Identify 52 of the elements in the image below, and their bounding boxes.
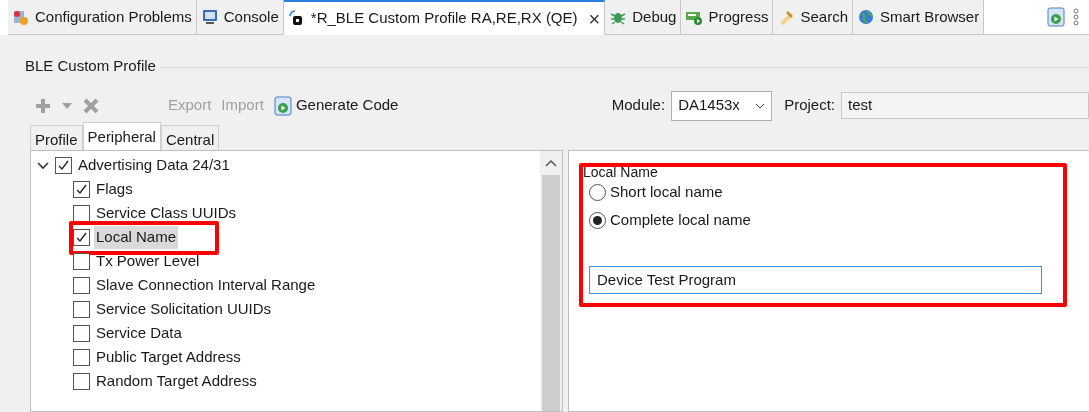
generate-code-button[interactable]: Generate Code — [273, 94, 399, 117]
checkbox[interactable] — [73, 277, 90, 294]
group-title: Local Name — [583, 164, 659, 179]
group-title: BLE Custom Profile — [24, 56, 157, 76]
checkbox[interactable] — [73, 253, 90, 270]
editor-tab[interactable]: *R_BLE Custom Profile RA,RE,RX (QE) × — [283, 0, 606, 35]
monitor-icon — [200, 8, 219, 26]
radio-option[interactable]: Short local name — [583, 178, 1089, 207]
editor-tab[interactable]: Configuration Problems — [8, 0, 197, 35]
globe-icon — [857, 8, 875, 26]
tree-item[interactable]: Flags — [94, 178, 135, 201]
module-label: Module: — [611, 95, 666, 116]
generate-code-icon — [273, 95, 292, 116]
tree-item[interactable]: Public Target Address — [94, 346, 243, 369]
more-icon[interactable] — [1073, 8, 1079, 26]
checkbox[interactable] — [55, 157, 72, 174]
scrollbar-thumb[interactable] — [542, 174, 560, 411]
project-label: Project: — [784, 95, 835, 116]
checkbox[interactable] — [73, 373, 90, 390]
radio-option[interactable]: Complete local name — [583, 206, 1089, 235]
editor-tab[interactable]: Console — [196, 0, 284, 35]
tree-item[interactable]: Advertising Data 24/31 — [78, 154, 230, 177]
scrollbar[interactable] — [540, 150, 562, 411]
run-config-icon[interactable] — [1047, 7, 1065, 27]
chevron-down-icon[interactable] — [37, 161, 49, 170]
editor-tab[interactable]: Search — [773, 0, 853, 35]
project-dropdown[interactable]: test — [841, 92, 1089, 119]
tree-item[interactable]: Service Solicitation UUIDs — [94, 298, 274, 321]
module-dropdown[interactable]: DA1453x — [671, 90, 773, 121]
chevron-down-icon — [755, 102, 766, 109]
editor-tab[interactable]: Smart Browser — [853, 0, 985, 35]
checkbox[interactable] — [73, 229, 90, 246]
sub-tab[interactable]: Peripheral — [82, 121, 161, 150]
checkbox[interactable] — [73, 349, 90, 366]
tree-item[interactable]: Random Target Address — [94, 370, 259, 393]
tree-item[interactable]: Local Name — [94, 226, 179, 249]
checkbox[interactable] — [73, 301, 90, 318]
tree-item[interactable]: Service Class UUIDs — [94, 202, 239, 225]
editor-tab[interactable]: Progress — [681, 0, 774, 35]
name-input-field[interactable]: Device Test Program — [589, 265, 1042, 294]
sub-tab[interactable]: Profile — [30, 124, 83, 150]
tree-item[interactable]: Tx Power Level — [94, 250, 202, 273]
tree-item[interactable]: Slave Connection Interval Range — [94, 274, 318, 297]
radio-button[interactable] — [589, 212, 606, 229]
editor-tab[interactable]: Debug — [605, 0, 682, 35]
sub-tab[interactable]: Central — [160, 124, 220, 150]
checkbox[interactable] — [73, 325, 90, 342]
tree-item[interactable]: Service Data — [94, 322, 184, 345]
radio-button[interactable] — [589, 184, 606, 201]
checkbox[interactable] — [73, 181, 90, 198]
problems-icon — [12, 8, 30, 26]
close-icon[interactable]: × — [588, 8, 601, 29]
